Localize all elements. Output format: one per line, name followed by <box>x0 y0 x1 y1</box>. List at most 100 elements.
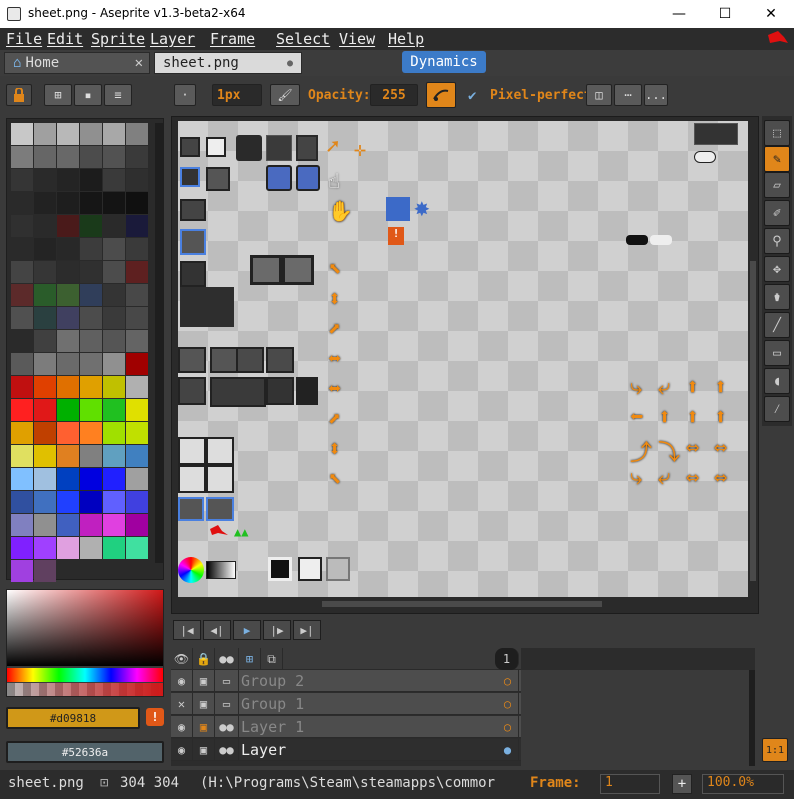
palette-swatch[interactable] <box>126 192 148 214</box>
minimize-button[interactable]: — <box>656 0 702 28</box>
palette-swatch[interactable] <box>80 399 102 421</box>
palette-swatch[interactable] <box>57 537 79 559</box>
palette-swatch[interactable] <box>11 514 33 536</box>
color-palette[interactable] <box>6 118 164 582</box>
palette-swatch[interactable] <box>126 353 148 375</box>
palette-swatch[interactable] <box>80 238 102 260</box>
palette-swatch[interactable] <box>11 399 33 421</box>
onion-skin-icon[interactable]: ⊞ <box>239 648 261 670</box>
palette-swatch[interactable] <box>11 376 33 398</box>
palette-swatch[interactable] <box>80 215 102 237</box>
palette-swatch[interactable] <box>103 330 125 352</box>
palette-swatch[interactable] <box>103 238 125 260</box>
zoom-tool-icon[interactable]: ⚲ <box>764 228 790 254</box>
palette-swatch[interactable] <box>103 468 125 490</box>
marquee-tool-icon[interactable]: ⬚ <box>764 120 790 146</box>
palette-swatch[interactable] <box>57 261 79 283</box>
palette-swatch[interactable] <box>103 445 125 467</box>
palette-swatch[interactable] <box>126 123 148 145</box>
palette-swatch[interactable] <box>126 169 148 191</box>
palette-swatch[interactable] <box>126 284 148 306</box>
layer-lock-icon[interactable]: ▣ <box>193 716 215 738</box>
menu-lines-icon[interactable]: ≡ <box>104 84 132 106</box>
palette-swatch[interactable] <box>34 514 56 536</box>
sprite-canvas[interactable]: ▲▲ ➚ ✛ ☝ ✋ ✸ ! ⬉ ⬍ ⬈ ⬌ ⬌ ⬈ ⬍ ⬉ ⤷ ⤶ ⬆ ⬆ ⬅ ⬆ ⬆ ⬆ ⤴ ⤵ ⇔ ⇔ ⤷ ⤶ ⇔ ⇔ <box>178 121 751 597</box>
palette-swatch[interactable] <box>103 376 125 398</box>
palette-swatch[interactable] <box>80 146 102 168</box>
palette-swatch[interactable] <box>34 422 56 444</box>
palette-swatch[interactable] <box>57 238 79 260</box>
palette-swatch[interactable] <box>57 192 79 214</box>
eraser-tool-icon[interactable]: ▱ <box>764 172 790 198</box>
palette-swatch[interactable] <box>57 146 79 168</box>
palette-swatch[interactable] <box>34 537 56 559</box>
menu-view[interactable]: View <box>339 30 375 48</box>
cel-icon[interactable]: ● <box>497 739 519 761</box>
symmetry-icon[interactable]: ◫ <box>586 84 612 106</box>
visibility-eye-icon[interactable]: ◉ <box>171 716 193 738</box>
palette-swatch[interactable] <box>80 123 102 145</box>
layer-link-icon[interactable]: ▭ <box>215 670 239 692</box>
layer-link-icon[interactable]: ●● <box>215 739 239 761</box>
menu-sprite[interactable]: Sprite <box>91 30 145 48</box>
palette-swatch[interactable] <box>11 330 33 352</box>
opacity-field[interactable]: 255 <box>370 84 418 106</box>
pixel-grid-icon[interactable]: ▪ <box>74 84 102 106</box>
palette-swatch[interactable] <box>11 560 33 582</box>
palette-swatch[interactable] <box>126 468 148 490</box>
palette-swatch[interactable] <box>126 376 148 398</box>
layer-row[interactable]: ◉ ▣ ●● Layer ● <box>171 739 521 761</box>
palette-swatch[interactable] <box>103 399 125 421</box>
foreground-color-button[interactable]: #d09818 <box>6 707 140 729</box>
palette-swatch[interactable] <box>103 491 125 513</box>
tab-home[interactable]: ⌂ Home ✕ <box>4 52 150 74</box>
palette-swatch[interactable] <box>126 422 148 444</box>
cel-icon[interactable]: ○ <box>497 716 519 738</box>
palette-swatch[interactable] <box>34 307 56 329</box>
brush-type-icon[interactable]: · <box>174 84 196 106</box>
palette-swatch[interactable] <box>11 146 33 168</box>
palette-swatch[interactable] <box>57 445 79 467</box>
move-tool-icon[interactable]: ✥ <box>764 256 790 282</box>
layer-link-icon[interactable]: ▭ <box>215 693 239 715</box>
palette-swatch[interactable] <box>80 514 102 536</box>
menu-edit[interactable]: Edit <box>47 30 83 48</box>
brush-size-field[interactable]: 1px <box>212 84 262 106</box>
palette-swatch[interactable] <box>80 307 102 329</box>
layer-row[interactable]: ◉ ▣ ▭ Group 2 ○ <box>171 670 521 692</box>
palette-swatch[interactable] <box>80 468 102 490</box>
palette-swatch[interactable] <box>34 215 56 237</box>
fill-tool-icon[interactable]: ⚱ <box>764 284 790 310</box>
more-options-button[interactable]: ... <box>644 84 668 106</box>
sampling-icon[interactable]: ⋯ <box>614 84 642 106</box>
palette-swatch[interactable] <box>57 399 79 421</box>
palette-swatch[interactable] <box>103 514 125 536</box>
palette-swatch[interactable] <box>126 537 148 559</box>
palette-swatch[interactable] <box>57 491 79 513</box>
palette-swatch[interactable] <box>80 284 102 306</box>
palette-swatch[interactable] <box>126 445 148 467</box>
rectangle-tool-icon[interactable]: ▭ <box>764 340 790 366</box>
link-icon[interactable]: ●● <box>215 648 239 670</box>
pixel-perfect-checkbox[interactable]: ✔ <box>468 88 482 104</box>
palette-swatch[interactable] <box>80 330 102 352</box>
menu-select[interactable]: Select <box>276 30 330 48</box>
palette-scrollbar[interactable] <box>155 123 163 563</box>
play-button[interactable]: ▶ <box>233 620 261 640</box>
palette-swatch[interactable] <box>80 537 102 559</box>
palette-swatch[interactable] <box>34 192 56 214</box>
frame-number[interactable]: 1 <box>495 648 519 670</box>
palette-swatch[interactable] <box>57 353 79 375</box>
palette-swatch[interactable] <box>103 215 125 237</box>
palette-swatch[interactable] <box>34 146 56 168</box>
cel-icon[interactable]: ○ <box>497 693 519 715</box>
palette-swatch[interactable] <box>80 445 102 467</box>
palette-swatch[interactable] <box>103 123 125 145</box>
palette-swatch[interactable] <box>11 123 33 145</box>
canvas-horizontal-scrollbar[interactable] <box>178 599 748 609</box>
canvas-vertical-scrollbar[interactable] <box>748 121 758 599</box>
eyedropper-tool-icon[interactable]: ✐ <box>764 200 790 226</box>
contour-tool-icon[interactable]: ◖ <box>764 368 790 394</box>
background-color-button[interactable]: #52636a <box>6 741 164 763</box>
visibility-eye-icon[interactable]: ◉ <box>171 739 193 761</box>
